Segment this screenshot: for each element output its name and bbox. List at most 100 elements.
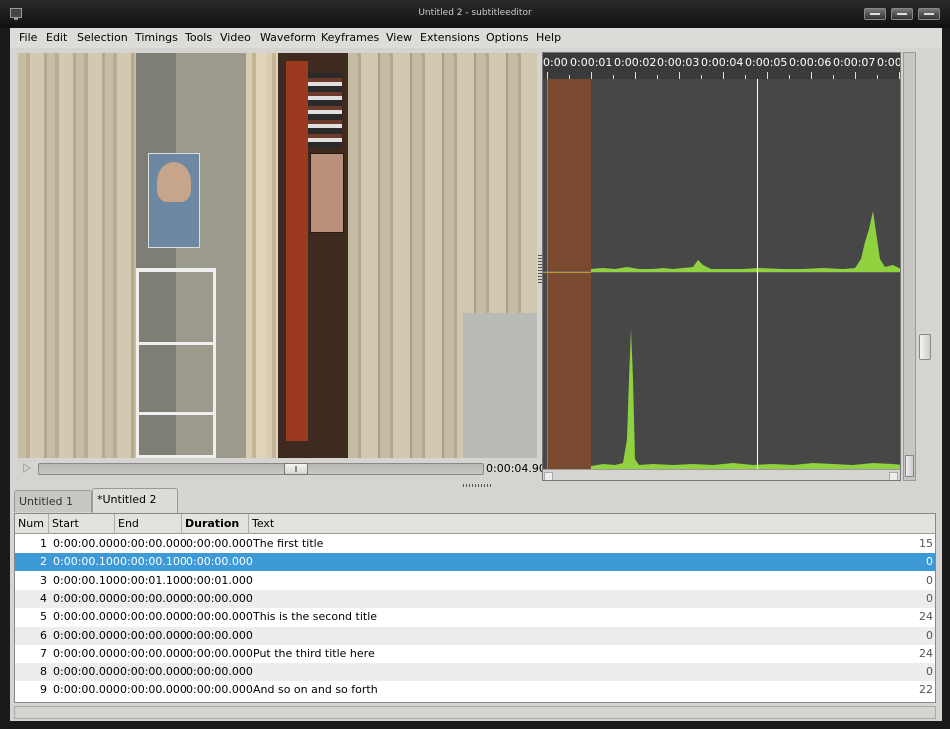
cell-start: 0:00:00.000 [53,537,120,550]
seek-slider[interactable] [38,463,484,475]
cell-end: 0:00:00.000 [120,683,187,697]
cell-num: 2 [40,555,47,569]
cell-cps: 22 [919,683,933,697]
menu-timings[interactable]: Timings [135,30,178,46]
ruler-ticks [547,72,900,79]
cell-end: 0:00:00.000 [120,628,187,642]
cell-duration: 0:00:00.000 [186,646,253,660]
app-window: Untitled 2 - subtitleeditor File Edit Se… [0,0,950,729]
menu-video[interactable]: Video [220,30,251,46]
column-header-duration[interactable]: Duration [182,514,249,534]
cell-cps: 0 [926,573,933,587]
cell-cps: 24 [919,646,933,660]
cell-duration: 0:00:00.000 [186,665,253,679]
cell-duration: 0:00:00.000 [186,610,253,624]
table-row[interactable]: 6 0:00:00.000 0:00:00.000 0:00:00.000 0 [15,626,935,645]
cell-end: 0:00:01.100 [120,573,187,587]
column-header-start[interactable]: Start [49,514,115,534]
table-row[interactable]: 7 0:00:00.000 0:00:00.000 0:00:00.000 Put th… [15,644,935,663]
waveform-scale-thumb[interactable] [919,334,931,360]
minimize-button[interactable] [864,8,886,20]
cell-duration: 0:00:00.000 [186,537,253,550]
menu-edit[interactable]: Edit [46,30,67,46]
column-header-num[interactable]: Num [15,514,49,534]
cell-duration: 0:00:01.000 [186,573,253,587]
cell-start: 0:00:00.000 [53,683,120,697]
scroll-left-arrow-icon[interactable] [544,472,553,480]
ruler-label: 0:00:0 [877,56,900,69]
video-player-frame[interactable] [18,53,537,458]
menu-keyframes[interactable]: Keyframes [321,30,379,46]
menu-selection[interactable]: Selection [77,30,128,46]
maximize-button[interactable] [891,8,913,20]
column-header-text[interactable]: Text [249,514,935,534]
cell-num: 4 [40,591,47,605]
cell-text: The first title [253,537,324,550]
tab-untitled-1[interactable]: Untitled 1 [14,490,92,512]
video-frame-corkboard [310,153,344,233]
ruler-label: 0:00:03 [657,56,700,69]
seek-slider-thumb[interactable] [284,463,308,475]
scroll-right-arrow-icon[interactable] [889,472,898,480]
waveform-zoom-thumb[interactable] [905,455,914,477]
maximize-icon [897,13,907,15]
cell-num: 9 [40,683,47,697]
cell-duration: 0:00:00.000 [186,683,253,697]
cell-cps: 0 [926,665,933,679]
table-row[interactable]: 3 0:00:00.100 0:00:01.100 0:00:01.000 0 [15,571,935,590]
cell-text: This is the second title [253,610,378,624]
table-row[interactable]: 9 0:00:00.000 0:00:00.000 0:00:00.000 And so… [15,681,935,700]
table-row[interactable]: 4 0:00:00.000 0:00:00.000 0:00:00.000 0 [15,589,935,608]
table-row[interactable]: 8 0:00:00.000 0:00:00.000 0:00:00.000 0 [15,663,935,682]
tab-label: Untitled 1 [19,495,74,508]
menu-options[interactable]: Options [486,30,528,46]
table-header: Num Start End Duration Text [15,514,935,534]
cell-end: 0:00:00.000 [120,665,187,679]
column-header-end[interactable]: End [115,514,182,534]
ruler-label: 0:00:06 [789,56,832,69]
horizontal-pane-handle[interactable] [463,484,491,487]
menu-tools[interactable]: Tools [185,30,212,46]
menu-help[interactable]: Help [536,30,561,46]
table-row[interactable]: 2 0:00:00.100 0:00:00.100 0:00:00.000 0 [15,553,935,572]
cell-duration: 0:00:00.000 [186,555,253,569]
video-frame-wall-left [18,53,138,458]
ruler-label: 0:00:04 [701,56,744,69]
ruler-label: 0:00:01 [570,56,613,69]
waveform-time-ruler[interactable]: 0:00 0:00:01 0:00:02 0:00:03 0:00:04 0:0… [543,53,900,79]
subtitle-region [547,79,591,469]
menu-bar: File Edit Selection Timings Tools Video … [10,28,942,48]
cell-num: 5 [40,610,47,624]
close-icon [924,13,934,15]
cell-duration: 0:00:00.000 [186,591,253,605]
menu-waveform[interactable]: Waveform [260,30,316,46]
title-bar[interactable]: Untitled 2 - subtitleeditor [0,0,950,28]
menu-view[interactable]: View [386,30,412,46]
cell-start: 0:00:00.100 [53,573,120,587]
waveform-zoom-slider[interactable] [903,52,916,481]
waveform-hscrollbar[interactable] [543,469,900,480]
waveform-canvas[interactable] [543,79,900,469]
window-title: Untitled 2 - subtitleeditor [418,8,532,18]
cell-end: 0:00:00.000 [120,537,187,550]
cell-start: 0:00:00.100 [53,555,120,569]
close-window-button[interactable] [918,8,940,20]
video-frame-poster [148,153,200,248]
cell-start: 0:00:00.000 [53,628,120,642]
waveform-graphic [543,79,900,469]
play-icon[interactable] [23,463,31,473]
cell-cps: 15 [919,537,933,550]
cell-num: 6 [40,628,47,642]
cell-num: 1 [40,537,47,550]
subtitle-table[interactable]: Num Start End Duration Text 1 0:00:00.000… [14,513,936,703]
waveform-scale-slider[interactable] [918,52,932,481]
menu-file[interactable]: File [19,30,37,46]
table-row[interactable]: 5 0:00:00.000 0:00:00.000 0:00:00.000 This i… [15,608,935,627]
video-frame-shelf [136,268,216,458]
table-row[interactable]: 1 0:00:00.000 0:00:00.000 0:00:00.000 The fi… [15,535,935,553]
ruler-label: 0:00:02 [614,56,657,69]
cell-start: 0:00:00.000 [53,591,120,605]
menu-extensions[interactable]: Extensions [420,30,480,46]
tab-untitled-2[interactable]: *Untitled 2 [92,488,178,513]
waveform-panel[interactable]: 0:00 0:00:01 0:00:02 0:00:03 0:00:04 0:0… [542,52,901,481]
